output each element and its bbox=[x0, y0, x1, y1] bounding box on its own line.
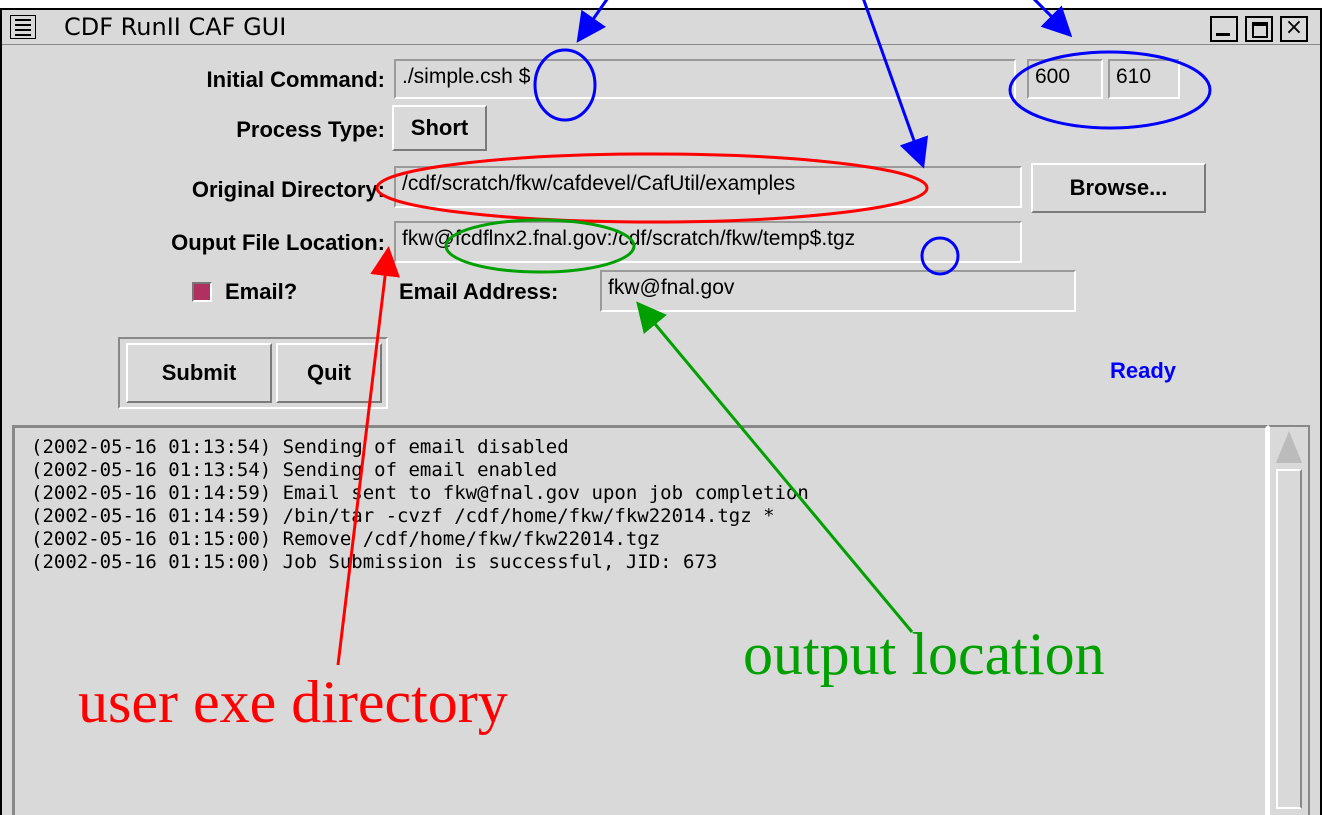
initial-command-label: Initial Command: bbox=[206, 67, 385, 92]
log-line: (2002-05-16 01:15:00) Job Submission is … bbox=[31, 551, 718, 573]
browse-button[interactable]: Browse... bbox=[1031, 163, 1206, 213]
output-location-input[interactable]: fkw@fcdflnx2.fnal.gov:/cdf/scratch/fkw/t… bbox=[394, 221, 1022, 263]
email-checkbox[interactable] bbox=[192, 282, 212, 302]
close-icon[interactable]: × bbox=[1280, 15, 1308, 42]
submit-button[interactable]: Submit bbox=[126, 343, 272, 403]
email-address-label: Email Address: bbox=[399, 279, 559, 304]
status-text: Ready bbox=[1110, 358, 1177, 383]
minimize-icon[interactable] bbox=[1210, 16, 1238, 42]
window-title: CDF RunII CAF GUI bbox=[64, 13, 287, 41]
quit-button[interactable]: Quit bbox=[276, 343, 382, 403]
process-type-label: Process Type: bbox=[236, 117, 385, 142]
user-exe-directory-annotation: user exe directory bbox=[78, 669, 508, 735]
log-line: (2002-05-16 01:13:54) Sending of email d… bbox=[31, 436, 569, 458]
log-line: (2002-05-16 01:15:00) Remove /cdf/home/f… bbox=[31, 528, 661, 550]
scrollbar-thumb[interactable] bbox=[1276, 469, 1302, 809]
original-directory-label: Original Directory: bbox=[191, 177, 385, 202]
range-end-input[interactable]: 610 bbox=[1108, 59, 1180, 99]
email-checkbox-label: Email? bbox=[225, 279, 298, 304]
original-directory-input[interactable]: /cdf/scratch/fkw/cafdevel/CafUtil/exampl… bbox=[394, 166, 1022, 208]
log-line: (2002-05-16 01:13:54) Sending of email e… bbox=[31, 459, 558, 481]
range-start-input[interactable]: 600 bbox=[1027, 59, 1103, 99]
title-bar[interactable]: CDF RunII CAF GUI × bbox=[2, 10, 1320, 45]
process-type-menu[interactable]: Short bbox=[392, 105, 487, 151]
output-location-label: Ouput File Location: bbox=[171, 230, 385, 255]
output-location-annotation: output location bbox=[743, 621, 1105, 687]
window-menu-icon[interactable] bbox=[10, 15, 36, 39]
initial-command-input[interactable]: ./simple.csh $ bbox=[394, 59, 1016, 99]
log-line: (2002-05-16 01:14:59) Email sent to fkw@… bbox=[31, 482, 809, 504]
log-line: (2002-05-16 01:14:59) /bin/tar -cvzf /cd… bbox=[31, 505, 775, 527]
scroll-up-arrow-icon[interactable] bbox=[1276, 431, 1302, 463]
maximize-icon[interactable] bbox=[1245, 16, 1273, 42]
email-address-input[interactable]: fkw@fnal.gov bbox=[600, 270, 1076, 312]
log-scrollbar[interactable] bbox=[1268, 425, 1310, 815]
